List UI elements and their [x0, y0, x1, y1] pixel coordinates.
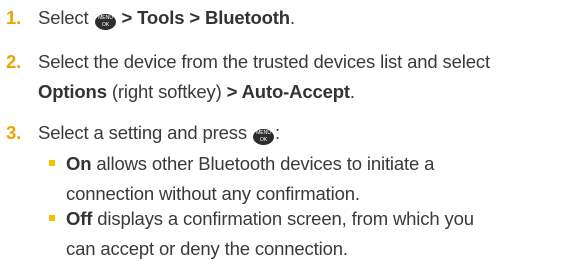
bullet-off: Off displays a confirmation screen, from…	[49, 204, 474, 264]
menu-ok-key-icon: MENU OK	[94, 14, 116, 30]
step-3-number: 3.	[6, 122, 22, 143]
instructions-document: 1. Select MENU OK > Tools > Bluetooth. 2.…	[0, 0, 578, 263]
bullet-square-icon	[49, 215, 55, 221]
on-label: On	[66, 153, 92, 174]
auto-accept-label: > Auto-Accept	[226, 81, 350, 102]
bullet-square-icon	[49, 160, 55, 166]
bullet-on: On allows other Bluetooth devices to ini…	[49, 149, 434, 209]
options-label: Options	[38, 81, 107, 102]
menu-ok-key-icon: MENU OK	[252, 129, 274, 145]
off-label: Off	[66, 208, 93, 229]
step-3-text: Select a setting and press MENU OK:	[38, 122, 280, 145]
step-1-text: Select MENU OK > Tools > Bluetooth.	[38, 7, 295, 30]
step-1-path: > Tools > Bluetooth	[116, 7, 291, 28]
step-2-number: 2.	[6, 51, 22, 72]
step-1-number: 1.	[6, 7, 22, 28]
step-2-text: Select the device from the trusted devic…	[38, 51, 490, 102]
